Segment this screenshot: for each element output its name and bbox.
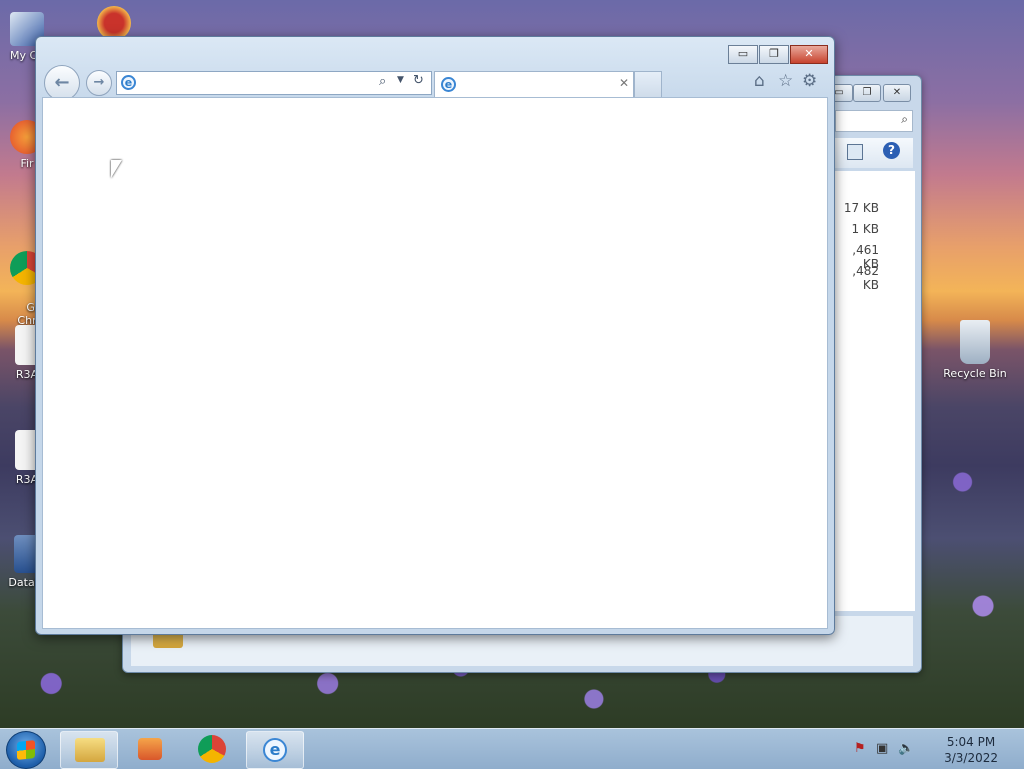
close-button[interactable]: ✕ xyxy=(790,45,828,64)
settings-icon[interactable]: ⚙ xyxy=(802,71,817,91)
desktop-icon-label: Fir xyxy=(20,157,34,170)
clock-date: 3/3/2022 xyxy=(944,751,998,765)
file-size: 17 KB xyxy=(843,201,879,215)
page-content[interactable] xyxy=(42,97,828,629)
help-icon[interactable]: ? xyxy=(883,142,900,159)
close-tab-icon[interactable]: ✕ xyxy=(619,76,629,90)
desktop-icon-recycle-bin[interactable]: Recycle Bin xyxy=(940,320,1010,380)
recycle-bin-icon xyxy=(960,320,990,364)
forward-button[interactable]: → xyxy=(86,70,112,96)
windows-logo-icon xyxy=(17,740,35,760)
network-icon[interactable]: ▣ xyxy=(876,741,888,756)
file-size: ,482 KB xyxy=(852,264,879,292)
dropdown-icon[interactable]: ▼ xyxy=(397,75,404,85)
mouse-cursor xyxy=(111,160,122,178)
media-player-icon xyxy=(138,738,162,760)
taskbar-explorer[interactable] xyxy=(60,731,118,769)
start-button[interactable] xyxy=(6,731,46,769)
app-icon xyxy=(97,6,131,40)
search-icon: ⌕ xyxy=(901,112,908,126)
maximize-button[interactable]: ❐ xyxy=(759,45,789,64)
explorer-search-input[interactable]: ⌕ xyxy=(835,110,913,132)
clock[interactable]: 5:04 PM 3/3/2022 xyxy=(944,734,998,766)
taskbar-internet-explorer[interactable]: e xyxy=(246,731,304,769)
browser-window[interactable]: ▭ ❐ ✕ ← → e ⌕ ▼ ↻ e ✕ ⌂ ☆ ⚙ xyxy=(35,36,835,635)
forward-icon: → xyxy=(93,75,105,90)
address-bar[interactable]: e ⌕ ▼ ↻ xyxy=(116,71,432,95)
back-button[interactable]: ← xyxy=(44,65,80,101)
chrome-icon xyxy=(198,735,226,763)
explorer-file-list: 17 KB 1 KB ,461 KB ,482 KB xyxy=(835,171,915,611)
explorer-toolbar: ? xyxy=(835,138,913,168)
clock-time: 5:04 PM xyxy=(946,735,996,749)
home-icon[interactable]: ⌂ xyxy=(754,71,765,91)
search-icon[interactable]: ⌕ xyxy=(379,74,386,89)
preview-pane-icon[interactable] xyxy=(847,144,863,160)
action-center-icon[interactable]: ⚑ xyxy=(854,741,866,756)
volume-icon[interactable]: 🔈 xyxy=(898,741,914,756)
taskbar-chrome[interactable] xyxy=(184,731,240,767)
minimize-button[interactable]: ▭ xyxy=(728,45,758,64)
tab-blank[interactable]: e ✕ xyxy=(434,71,634,97)
explorer-close-button[interactable]: ✕ xyxy=(883,84,911,102)
refresh-icon[interactable]: ↻ xyxy=(413,73,424,88)
ie-icon: e xyxy=(263,738,287,762)
new-tab-button[interactable] xyxy=(634,71,662,97)
file-size: 1 KB xyxy=(851,222,879,236)
system-tray: ⚑ ▣ 🔈 5:04 PM 3/3/2022 xyxy=(854,729,1024,769)
address-input[interactable] xyxy=(141,74,375,92)
desktop-icon-label: Recycle Bin xyxy=(943,367,1007,380)
ie-page-icon: e xyxy=(121,75,136,90)
back-icon: ← xyxy=(54,72,70,93)
favorites-icon[interactable]: ☆ xyxy=(778,71,793,91)
folder-icon xyxy=(75,738,105,762)
explorer-maximize-button[interactable]: ❐ xyxy=(853,84,881,102)
taskbar-media-player[interactable] xyxy=(122,731,178,767)
taskbar: e ⚑ ▣ 🔈 5:04 PM 3/3/2022 xyxy=(0,728,1024,769)
ie-tab-icon: e xyxy=(441,77,456,92)
